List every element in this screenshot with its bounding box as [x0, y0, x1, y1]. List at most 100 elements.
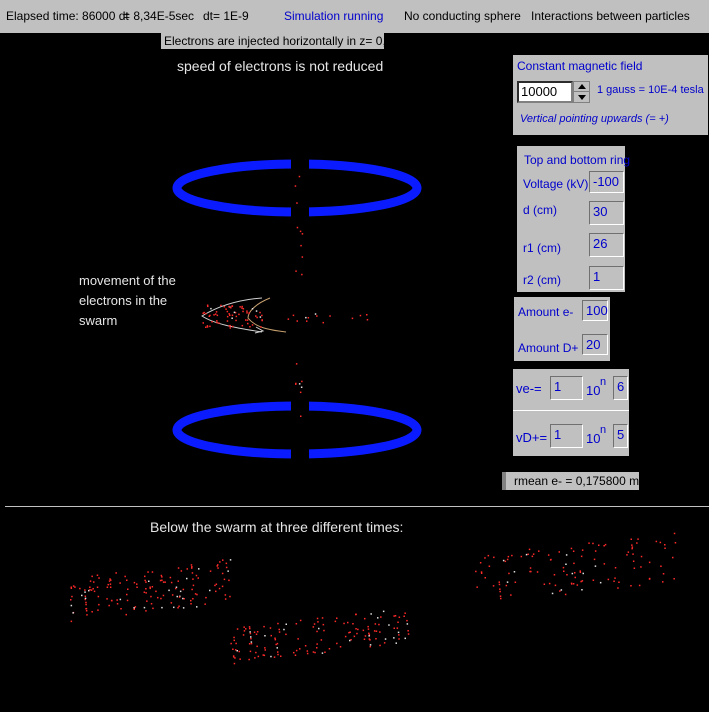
- particle: [215, 311, 218, 313]
- magnetic-field-stepper[interactable]: [573, 81, 590, 103]
- particle: [216, 565, 218, 567]
- particle: [84, 595, 87, 597]
- particle: [236, 628, 239, 630]
- particle: [301, 233, 304, 235]
- electron-velocity-mantissa[interactable]: 1: [550, 376, 583, 400]
- particle: [674, 542, 677, 544]
- particle: [571, 572, 574, 575]
- deuteron-velocity-mantissa[interactable]: 1: [550, 424, 583, 448]
- particle: [144, 575, 146, 578]
- r1-input[interactable]: 26: [589, 233, 624, 257]
- particle: [498, 581, 500, 583]
- particle: [395, 642, 397, 644]
- particle: [383, 642, 386, 644]
- particle: [145, 588, 147, 590]
- particle: [306, 650, 309, 652]
- particle: [91, 611, 93, 613]
- particle: [106, 586, 109, 588]
- particle: [398, 634, 400, 636]
- particle: [301, 273, 303, 276]
- particle: [374, 623, 377, 625]
- particle: [255, 633, 258, 635]
- particle: [239, 658, 241, 660]
- r2-input[interactable]: 1: [589, 266, 624, 290]
- r2-label: r2 (cm): [523, 273, 561, 287]
- particle: [307, 317, 310, 319]
- particle: [499, 588, 501, 590]
- particle: [204, 603, 206, 605]
- particle: [404, 612, 406, 614]
- stepper-up-icon[interactable]: [578, 84, 586, 89]
- particle: [312, 651, 315, 653]
- particle: [300, 244, 302, 247]
- particle: [393, 637, 395, 639]
- particle: [85, 610, 88, 612]
- particle: [630, 538, 632, 540]
- particle: [96, 574, 99, 576]
- particle: [582, 572, 584, 575]
- particle: [256, 631, 259, 633]
- deuteron-velocity-exponent[interactable]: 5: [613, 424, 628, 448]
- particle: [269, 627, 272, 629]
- deuteron-velocity-label: vD+=: [516, 430, 548, 445]
- particle: [294, 654, 297, 656]
- particle: [322, 321, 324, 324]
- particle: [299, 619, 302, 622]
- particle: [355, 613, 357, 616]
- particle: [576, 584, 579, 586]
- particle: [492, 585, 495, 587]
- particle: [493, 556, 495, 559]
- particle: [357, 628, 359, 631]
- particle: [630, 585, 632, 587]
- particle: [507, 555, 510, 558]
- particle: [232, 648, 234, 650]
- magnetic-field-input[interactable]: 10000: [517, 81, 573, 103]
- electron-velocity-exponent[interactable]: 6: [613, 376, 628, 400]
- particle: [228, 305, 230, 308]
- voltage-input[interactable]: -100: [589, 171, 624, 193]
- particle: [566, 574, 568, 576]
- particle: [631, 547, 633, 550]
- particle: [270, 655, 272, 658]
- particle: [295, 270, 297, 272]
- particle: [126, 599, 129, 602]
- particle: [558, 551, 560, 553]
- particle: [404, 637, 406, 640]
- particle: [97, 609, 99, 611]
- particle: [248, 658, 250, 661]
- particle: [161, 606, 163, 609]
- particle: [224, 598, 227, 600]
- particle: [593, 558, 596, 561]
- particle: [278, 631, 281, 633]
- particle: [343, 622, 345, 625]
- particle: [506, 558, 509, 561]
- particle: [218, 322, 220, 324]
- electron-amount-label: Amount e-: [518, 305, 574, 319]
- particle: [214, 313, 217, 315]
- deuteron-amount-input[interactable]: 20: [582, 334, 608, 355]
- electron-amount-input[interactable]: 100: [582, 300, 608, 321]
- particle: [528, 548, 531, 551]
- particle: [506, 581, 509, 583]
- particle: [245, 319, 247, 321]
- particle: [230, 307, 232, 309]
- particle: [570, 582, 573, 585]
- particle: [249, 631, 251, 633]
- particle: [364, 635, 367, 637]
- particle: [263, 654, 266, 657]
- particle: [572, 583, 575, 585]
- particle: [270, 634, 272, 637]
- particle: [353, 635, 356, 638]
- particle: [216, 320, 218, 322]
- particle: [202, 322, 204, 324]
- particle: [176, 595, 178, 598]
- particle: [388, 624, 390, 626]
- electron-exponent-symbol: n: [600, 376, 607, 388]
- particle: [511, 554, 513, 557]
- d-input[interactable]: 30: [589, 201, 624, 225]
- stepper-down-icon[interactable]: [578, 95, 586, 100]
- particle: [380, 616, 382, 618]
- particle: [221, 572, 224, 575]
- particle: [210, 307, 212, 310]
- particle: [169, 576, 172, 579]
